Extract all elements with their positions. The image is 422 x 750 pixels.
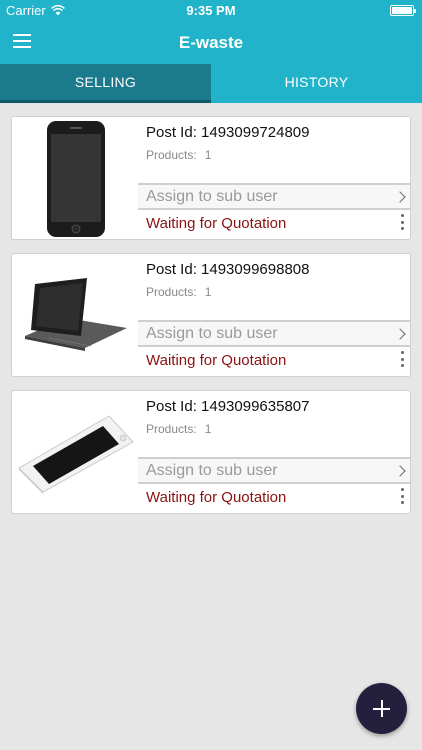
products-count: Products: 1	[146, 285, 211, 299]
chevron-right-icon	[394, 191, 406, 203]
battery-icon	[390, 5, 416, 16]
more-options-icon[interactable]	[401, 214, 405, 230]
products-count: Products: 1	[146, 148, 211, 162]
post-card[interactable]: Post Id: 1493099698808 Products: 1 Assign…	[11, 253, 411, 377]
products-count: Products: 1	[146, 422, 211, 436]
more-options-icon[interactable]	[401, 488, 405, 504]
assign-sub-user-label: Assign to sub user	[146, 188, 278, 205]
assign-sub-user-row[interactable]: Assign to sub user	[138, 457, 410, 484]
post-card[interactable]: Post Id: 1493099724809 Products: 1 Assign…	[11, 116, 411, 240]
post-card[interactable]: Post Id: 1493099635807 Products: 1 Assign…	[11, 390, 411, 514]
more-options-icon[interactable]	[401, 351, 405, 367]
post-id-label: Post Id:	[146, 261, 197, 278]
products-label: Products:	[146, 285, 197, 299]
products-label: Products:	[146, 422, 197, 436]
post-id-value: 1493099724809	[201, 124, 310, 141]
nav-bar: E-waste	[0, 22, 422, 64]
page-title: E-waste	[178, 33, 244, 52]
status-bar: Carrier 9:35 PM	[0, 0, 422, 22]
assign-sub-user-label: Assign to sub user	[146, 462, 278, 479]
products-value: 1	[204, 285, 212, 299]
clock: 9:35 PM	[186, 3, 236, 18]
assign-sub-user-label: Assign to sub user	[146, 325, 278, 342]
post-id: Post Id: 1493099698808	[146, 261, 309, 278]
post-id-value: 1493099635807	[201, 398, 310, 415]
post-id-label: Post Id:	[146, 398, 197, 415]
product-image-smartphone-white	[15, 394, 137, 512]
add-post-button[interactable]	[356, 683, 407, 734]
products-value: 1	[204, 148, 212, 162]
assign-sub-user-row[interactable]: Assign to sub user	[138, 183, 410, 210]
assign-sub-user-row[interactable]: Assign to sub user	[138, 320, 410, 347]
tab-bar: SELLING HISTORY	[0, 64, 422, 103]
post-id: Post Id: 1493099635807	[146, 398, 309, 415]
product-image-tablet-case	[15, 257, 137, 375]
chevron-right-icon	[394, 328, 406, 340]
post-id-label: Post Id:	[146, 124, 197, 141]
quotation-status: Waiting for Quotation	[146, 489, 287, 506]
tab-selling[interactable]: SELLING	[0, 64, 211, 103]
quotation-status: Waiting for Quotation	[146, 215, 287, 232]
chevron-right-icon	[394, 465, 406, 477]
post-id: Post Id: 1493099724809	[146, 124, 309, 141]
post-id-value: 1493099698808	[201, 261, 310, 278]
products-label: Products:	[146, 148, 197, 162]
quotation-status: Waiting for Quotation	[146, 352, 287, 369]
products-value: 1	[204, 422, 212, 436]
tab-history[interactable]: HISTORY	[211, 64, 422, 103]
product-image-smartphone-black	[15, 120, 137, 238]
